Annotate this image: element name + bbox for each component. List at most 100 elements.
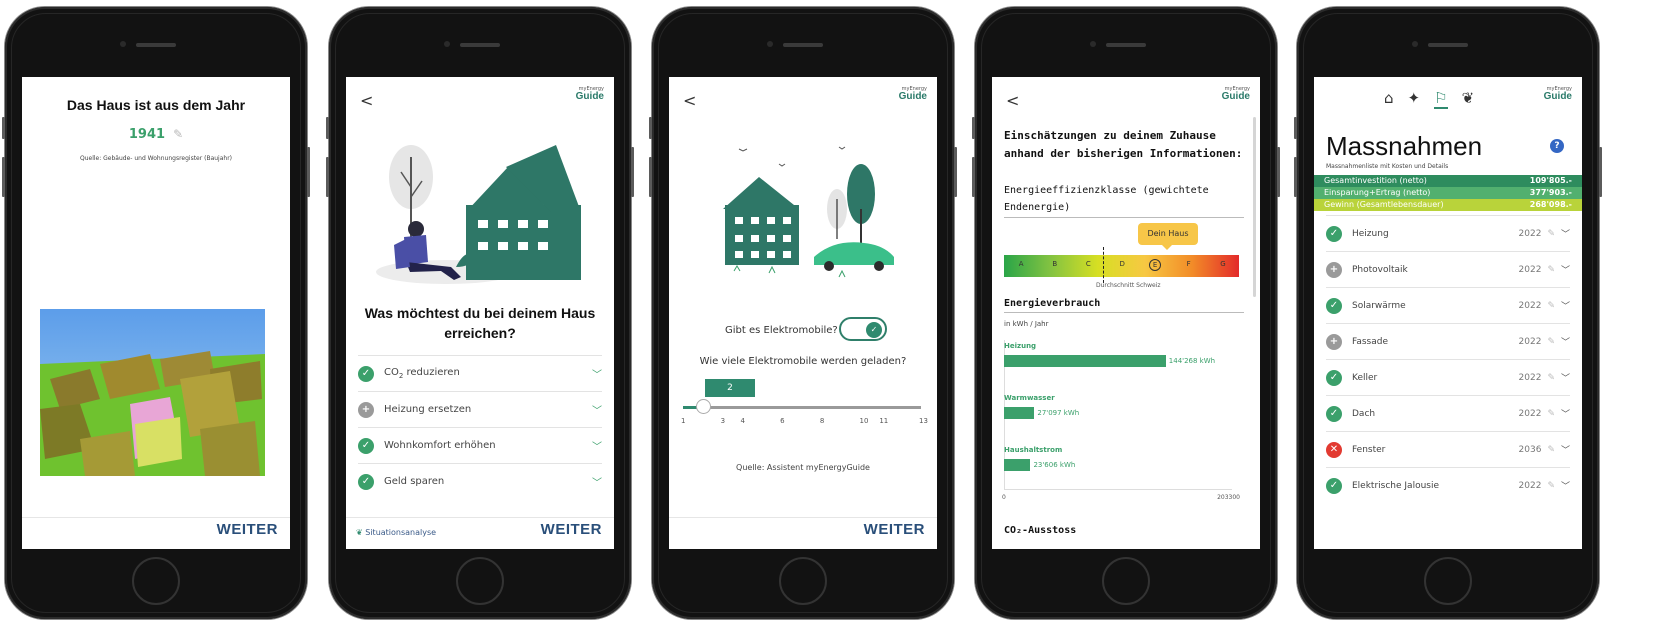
front-camera [1412, 41, 1418, 47]
edit-icon[interactable]: ✎ [1547, 229, 1555, 239]
slider-track[interactable] [683, 406, 921, 409]
edit-icon[interactable]: ✎ [1547, 409, 1555, 419]
slider-ticks: 1 3 4 6 8 10 11 13 [681, 417, 928, 427]
wand-icon[interactable]: ✦ [1408, 89, 1421, 109]
slider-tick-label: 6 [780, 417, 785, 425]
power-button [954, 147, 957, 197]
chevron-down-icon[interactable]: ﹀ [592, 366, 602, 381]
chevron-down-icon[interactable]: ﹀ [1561, 407, 1570, 420]
volume-up [972, 157, 975, 197]
measure-label: Fassade [1352, 336, 1389, 347]
measure-row[interactable]: ✓ Solarwärme 2022 ✎ ﹀ [1326, 287, 1570, 323]
chevron-down-icon[interactable]: ﹀ [1561, 227, 1570, 240]
chevron-down-icon[interactable]: ﹀ [592, 402, 602, 417]
summary-label: Gesamtinvestition (netto) [1324, 176, 1427, 185]
edit-icon[interactable]: ✎ [173, 127, 183, 141]
chevron-down-icon[interactable]: ﹀ [1561, 479, 1570, 492]
measure-row[interactable]: + Fassade 2022 ✎ ﹀ [1326, 323, 1570, 359]
home-icon[interactable]: ⌂ [1384, 89, 1394, 109]
toggle-knob: ✓ [866, 322, 882, 338]
leaf-icon[interactable]: ❦ [1462, 89, 1475, 109]
co2-section-title: CO₂-Ausstoss [1004, 525, 1077, 536]
edit-icon[interactable]: ✎ [1547, 301, 1555, 311]
check-icon: ✓ [358, 365, 374, 382]
chevron-down-icon[interactable]: ﹀ [1561, 263, 1570, 276]
screen-ev: < myEnergy Guide Gibt es Elektromobile? … [669, 77, 937, 549]
measure-row[interactable]: + Photovoltaik 2022 ✎ ﹀ [1326, 251, 1570, 287]
measure-row[interactable]: ✓ Heizung 2022 ✎ ﹀ [1326, 215, 1570, 251]
logo-big-text: Guide [1543, 91, 1572, 102]
chevron-down-icon[interactable]: ﹀ [1561, 443, 1570, 456]
option-co2-reduce[interactable]: ✓ CO2 reduzieren ﹀ [358, 355, 602, 391]
chevron-down-icon[interactable]: ﹀ [1561, 371, 1570, 384]
chevron-down-icon[interactable]: ﹀ [592, 474, 602, 489]
back-button[interactable]: < [683, 91, 696, 110]
check-icon[interactable]: ✓ [1326, 297, 1342, 314]
myenergyguide-logo: myEnergy Guide [899, 87, 927, 102]
slider-tick-label: 3 [720, 417, 726, 425]
check-icon[interactable]: ✓ [1326, 405, 1342, 422]
measure-label: Elektrische Jalousie [1352, 480, 1440, 491]
home-button[interactable] [1102, 557, 1150, 605]
back-button[interactable]: < [1006, 91, 1019, 110]
back-button[interactable]: < [360, 91, 373, 110]
average-marker [1102, 247, 1104, 283]
chevron-down-icon[interactable]: ﹀ [592, 438, 602, 453]
chevron-down-icon[interactable]: ﹀ [1561, 335, 1570, 348]
home-button[interactable] [779, 557, 827, 605]
check-icon[interactable]: ✓ [1326, 225, 1342, 242]
logo-big-text: Guide [898, 91, 927, 102]
earpiece-speaker [460, 43, 500, 47]
home-button[interactable] [132, 557, 180, 605]
slider-tick-label: 11 [879, 417, 889, 425]
option-replace-heating[interactable]: + Heizung ersetzen ﹀ [358, 391, 602, 427]
option-comfort[interactable]: ✓ Wohnkomfort erhöhen ﹀ [358, 427, 602, 463]
measure-row[interactable]: ✓ Dach 2022 ✎ ﹀ [1326, 395, 1570, 431]
weiter-button[interactable]: WEITER [541, 521, 602, 538]
efficiency-class-letter: D [1119, 260, 1125, 268]
help-icon[interactable]: ? [1550, 139, 1564, 153]
page-title: Das Haus ist aus dem Jahr [66, 97, 246, 113]
check-icon[interactable]: ✓ [1326, 477, 1342, 494]
check-icon[interactable]: ✓ [1326, 369, 1342, 386]
measure-year: 2022 [1518, 372, 1542, 383]
weiter-button[interactable]: WEITER [217, 521, 278, 538]
plus-icon[interactable]: + [1326, 261, 1342, 278]
divider [1004, 217, 1244, 218]
option-label: CO2 reduzieren [384, 367, 460, 380]
edit-icon[interactable]: ✎ [1547, 337, 1555, 347]
page-subtitle: Massnahmenliste mit Kosten und Details [1326, 163, 1449, 170]
edit-icon[interactable]: ✎ [1547, 445, 1555, 455]
measure-year: 2036 [1518, 444, 1542, 455]
efficiency-class-marker: E [1149, 259, 1162, 271]
ev-count-question: Wie viele Elektromobile werden geladen? [699, 356, 907, 367]
measure-row[interactable]: ✕ Fenster 2036 ✎ ﹀ [1326, 431, 1570, 467]
slider-handle[interactable] [695, 399, 711, 414]
solar-panel-icon[interactable]: ⚐ [1434, 89, 1448, 109]
screen-measures: ⌂ ✦ ⚐ ❦ myEnergy Guide Massnahmen ? Mass… [1314, 77, 1582, 549]
measure-row[interactable]: ✓ Keller 2022 ✎ ﹀ [1326, 359, 1570, 395]
ev-toggle[interactable]: ✓ [839, 317, 887, 341]
edit-icon[interactable]: ✎ [1547, 265, 1555, 275]
situation-analysis-link[interactable]: ❦ Situationsanalyse [356, 528, 436, 537]
option-save-money[interactable]: ✓ Geld sparen ﹀ [358, 463, 602, 499]
power-button [307, 147, 310, 197]
weiter-button[interactable]: WEITER [864, 521, 925, 538]
power-button [1277, 147, 1280, 197]
myenergyguide-logo: myEnergy Guide [1222, 87, 1250, 102]
plus-icon[interactable]: + [1326, 333, 1342, 350]
home-button[interactable] [1424, 557, 1472, 605]
scrollbar[interactable] [1253, 117, 1256, 297]
measure-row[interactable]: ✓ Elektrische Jalousie 2022 ✎ ﹀ [1326, 467, 1570, 503]
edit-icon[interactable]: ✎ [1547, 481, 1555, 491]
home-button[interactable] [456, 557, 504, 605]
goals-question: Was möchtest du bei deinem Haus erreiche… [364, 305, 596, 341]
cross-icon[interactable]: ✕ [1326, 441, 1342, 458]
edit-icon[interactable]: ✎ [1547, 373, 1555, 383]
chevron-down-icon[interactable]: ﹀ [1561, 299, 1570, 312]
sprout-icon: ❦ [356, 528, 363, 537]
consumption-bar [1004, 459, 1031, 471]
build-year-value[interactable]: 1941 ✎ [22, 127, 290, 142]
phone-frame-5: ⌂ ✦ ⚐ ❦ myEnergy Guide Massnahmen ? Mass… [1294, 7, 1602, 619]
slider-tick-label: 4 [740, 417, 745, 425]
